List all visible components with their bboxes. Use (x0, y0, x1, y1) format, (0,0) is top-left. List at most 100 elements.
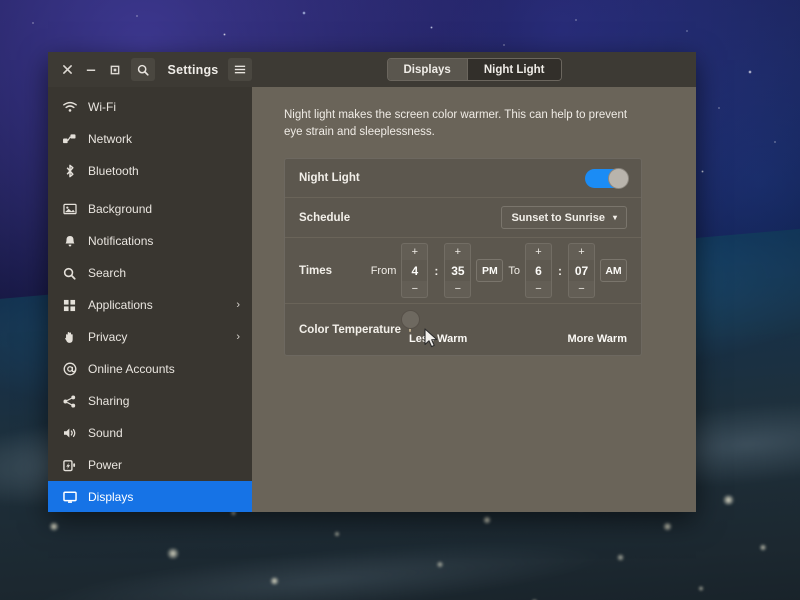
window-headerbar: Settings Displays Night Light (48, 52, 696, 87)
from-hour-increment-button[interactable]: + (401, 243, 428, 260)
to-minute-decrement-button[interactable]: − (568, 281, 595, 298)
sidebar-item-label: Wi-Fi (88, 100, 240, 114)
chevron-right-icon: › (236, 299, 240, 311)
night-light-label: Night Light (299, 172, 360, 184)
sidebar-item-label: Bluetooth (88, 164, 240, 178)
monitor-icon (62, 491, 77, 504)
sidebar-item-bluetooth[interactable]: Bluetooth (48, 155, 252, 187)
sidebar-item-sound[interactable]: Sound (48, 417, 252, 449)
from-hour-stepper[interactable]: + 4 − (401, 243, 428, 298)
to-hour-value[interactable]: 6 (525, 260, 552, 281)
tab-night-light[interactable]: Night Light (467, 59, 561, 80)
battery-icon (62, 459, 77, 472)
hamburger-menu-icon (234, 64, 246, 75)
sidebar-item-label: Displays (88, 490, 240, 504)
sidebar-item-privacy[interactable]: Privacy › (48, 321, 252, 353)
chevron-down-icon: ▾ (613, 214, 617, 222)
minimize-icon (86, 65, 96, 74)
from-hour-value[interactable]: 4 (401, 260, 428, 281)
maximize-icon (110, 65, 120, 75)
close-icon (63, 65, 72, 74)
panel-description: Night light makes the screen color warme… (284, 107, 636, 140)
sidebar-item-label: Applications (88, 298, 225, 312)
from-minute-stepper[interactable]: + 35 − (444, 243, 471, 298)
night-light-toggle[interactable] (585, 169, 627, 188)
from-hour-decrement-button[interactable]: − (401, 281, 428, 298)
times-row: Times From + 4 − : + (285, 237, 641, 303)
schedule-row-control: Sunset to Sunrise ▾ (501, 206, 627, 229)
search-icon (137, 64, 149, 76)
sidebar-item-online-accounts[interactable]: Online Accounts (48, 353, 252, 385)
sidebar-item-label: Online Accounts (88, 362, 240, 376)
times-label: Times (299, 265, 332, 277)
sidebar-item-wifi[interactable]: Wi-Fi (48, 91, 252, 123)
night-light-row: Night Light (285, 159, 641, 197)
night-light-settings-card: Night Light Schedule Sunset to Sunrise ▾ (284, 158, 642, 356)
slider-labels: Less Warm More Warm (409, 333, 627, 345)
sidebar-item-search[interactable]: Search (48, 257, 252, 289)
schedule-value: Sunset to Sunrise (511, 212, 605, 224)
minimize-button[interactable] (80, 59, 102, 81)
sidebar-item-notifications[interactable]: Notifications (48, 225, 252, 257)
settings-sidebar: Wi-Fi Network Bluetoot (48, 87, 252, 512)
chevron-right-icon: › (236, 331, 240, 343)
to-meridiem-button[interactable]: AM (600, 259, 627, 282)
night-light-panel: Night light makes the screen color warme… (252, 87, 696, 512)
menu-button[interactable] (228, 58, 252, 81)
from-minute-increment-button[interactable]: + (444, 243, 471, 260)
headerbar-left: Settings (48, 52, 252, 87)
bluetooth-icon (62, 164, 77, 178)
from-label: From (371, 265, 397, 277)
slider-max-label: More Warm (568, 333, 628, 345)
window-body: Wi-Fi Network Bluetoot (48, 87, 696, 512)
window-title: Settings (163, 63, 223, 77)
tab-displays[interactable]: Displays (388, 59, 467, 80)
image-icon (62, 203, 77, 215)
sidebar-item-power[interactable]: Power (48, 449, 252, 481)
to-hour-increment-button[interactable]: + (525, 243, 552, 260)
sidebar-item-label: Network (88, 132, 240, 146)
schedule-dropdown[interactable]: Sunset to Sunrise ▾ (501, 206, 627, 229)
to-minute-value[interactable]: 07 (568, 260, 595, 281)
bell-icon (62, 235, 77, 248)
view-tabs: Displays Night Light (387, 58, 562, 81)
sidebar-item-sharing[interactable]: Sharing (48, 385, 252, 417)
time-controls: From + 4 − : + 35 − (371, 243, 627, 298)
sidebar-item-label: Privacy (88, 330, 225, 344)
close-button[interactable] (56, 59, 78, 81)
to-minute-increment-button[interactable]: + (568, 243, 595, 260)
search-button[interactable] (131, 58, 155, 81)
maximize-button[interactable] (104, 59, 126, 81)
sidebar-item-background[interactable]: Background (48, 193, 252, 225)
sidebar-item-label: Notifications (88, 234, 240, 248)
to-label: To (508, 265, 520, 277)
sidebar-item-label: Background (88, 202, 240, 216)
from-meridiem-button[interactable]: PM (476, 259, 503, 282)
network-icon (62, 133, 77, 145)
to-time-colon: : (557, 264, 563, 278)
to-hour-stepper[interactable]: + 6 − (525, 243, 552, 298)
to-hour-decrement-button[interactable]: − (525, 281, 552, 298)
grid-icon (62, 299, 77, 312)
sidebar-item-label: Sound (88, 426, 240, 440)
at-sign-icon (62, 362, 77, 376)
sidebar-item-network[interactable]: Network (48, 123, 252, 155)
from-minute-decrement-button[interactable]: − (444, 281, 471, 298)
times-row-control: From + 4 − : + 35 − (371, 243, 627, 298)
wifi-icon (62, 101, 77, 113)
share-icon (62, 395, 77, 408)
hand-icon (62, 331, 77, 344)
sidebar-item-displays[interactable]: Displays (48, 481, 252, 512)
search-icon (62, 267, 77, 280)
color-temperature-slider[interactable]: Less Warm More Warm (409, 314, 627, 345)
speaker-icon (62, 427, 77, 439)
night-light-row-control (585, 169, 627, 188)
to-minute-stepper[interactable]: + 07 − (568, 243, 595, 298)
from-time-colon: : (433, 264, 439, 278)
slider-handle[interactable] (401, 310, 420, 329)
sidebar-item-label: Search (88, 266, 240, 280)
sidebar-item-applications[interactable]: Applications › (48, 289, 252, 321)
schedule-row: Schedule Sunset to Sunrise ▾ (285, 197, 641, 237)
from-minute-value[interactable]: 35 (444, 260, 471, 281)
schedule-label: Schedule (299, 212, 350, 224)
